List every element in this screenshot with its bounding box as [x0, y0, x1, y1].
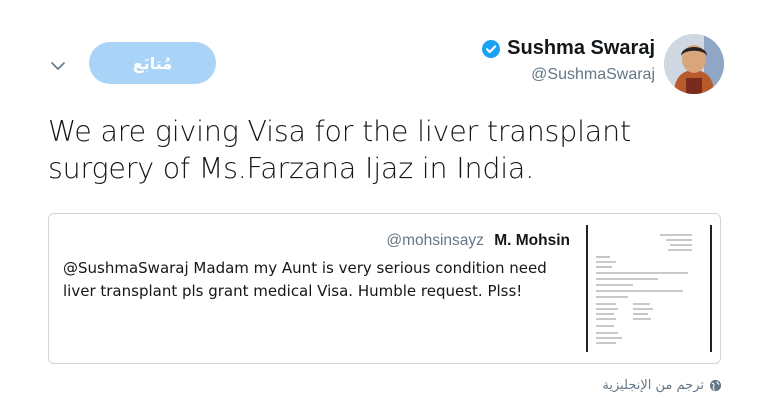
quoted-tweet[interactable]: @mohsinsayz M. Mohsin @SushmaSwaraj Mada…: [48, 213, 721, 364]
quoted-tweet-text: @SushmaSwaraj Madam my Aunt is very seri…: [63, 259, 547, 300]
author-display-name[interactable]: Sushma Swaraj: [507, 37, 655, 60]
author-block[interactable]: Sushma Swaraj @SushmaSwaraj: [481, 37, 655, 84]
following-button[interactable]: مُتابَع: [89, 42, 216, 84]
avatar-image: [664, 34, 724, 94]
tweet-text: We are giving Visa for the liver transpl…: [48, 115, 631, 185]
document-thumbnail: [588, 225, 706, 352]
tweet-card: مُتابَع Sushma Swaraj @SushmaSwaraj We a…: [0, 0, 768, 410]
translate-link[interactable]: ترجم من الإنجليزية: [602, 378, 722, 393]
verified-badge-icon: [482, 39, 501, 58]
globe-icon: [709, 379, 722, 392]
quoted-tweet-header: @mohsinsayz M. Mohsin: [386, 232, 570, 250]
avatar[interactable]: [664, 34, 724, 94]
quoted-author-name: M. Mohsin: [494, 232, 570, 249]
quoted-tweet-image[interactable]: [586, 225, 712, 352]
translate-label[interactable]: ترجم من الإنجليزية: [602, 378, 704, 393]
chevron-down-icon[interactable]: [48, 56, 68, 76]
author-handle[interactable]: @SushmaSwaraj: [481, 66, 655, 84]
quoted-author-handle: @mohsinsayz: [386, 232, 484, 249]
